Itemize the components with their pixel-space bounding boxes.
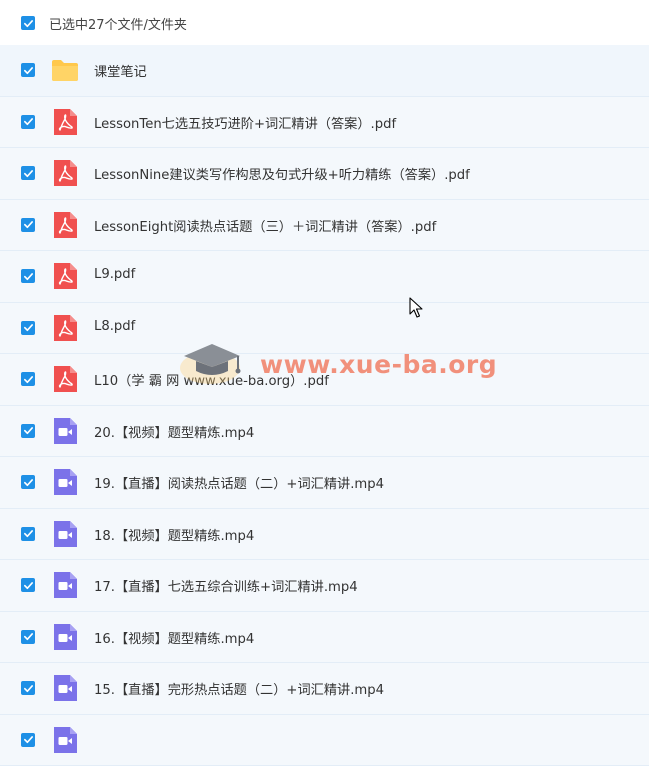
file-name[interactable]: 16.【视频】题型精练.mp4 <box>94 628 254 647</box>
check-icon <box>23 65 34 76</box>
check-icon <box>23 580 34 591</box>
video-file-icon <box>51 417 79 445</box>
check-icon <box>23 528 34 539</box>
check-icon <box>23 116 34 127</box>
file-name[interactable]: 18.【视频】题型精练.mp4 <box>94 525 254 544</box>
pdf-file-icon <box>51 159 79 187</box>
file-row[interactable]: 20.【视频】题型精炼.mp4 <box>0 406 649 458</box>
file-checkbox[interactable] <box>21 733 35 747</box>
selection-count-label: 已选中27个文件/文件夹 <box>49 14 187 33</box>
file-name[interactable]: LessonNine建议类写作构思及句式升级+听力精练（答案）.pdf <box>94 164 470 183</box>
file-row[interactable]: LessonTen七选五技巧进阶+词汇精讲（答案）.pdf <box>0 97 649 149</box>
video-file-icon <box>51 726 79 754</box>
check-icon <box>23 219 34 230</box>
file-row[interactable]: 19.【直播】阅读热点话题（二）+词汇精讲.mp4 <box>0 457 649 509</box>
video-file-icon <box>51 571 79 599</box>
video-file-icon <box>51 520 79 548</box>
file-checkbox[interactable] <box>21 218 35 232</box>
check-icon <box>23 168 34 179</box>
file-row[interactable]: 17.【直播】七选五综合训练+词汇精讲.mp4 <box>0 560 649 612</box>
check-icon <box>23 18 34 29</box>
file-name[interactable]: L10（学 霸 网 www.xue-ba.org）.pdf <box>94 370 329 389</box>
check-icon <box>23 477 34 488</box>
pdf-file-icon <box>51 262 79 290</box>
file-name[interactable]: 17.【直播】七选五综合训练+词汇精讲.mp4 <box>94 576 358 595</box>
video-file-icon <box>51 468 79 496</box>
folder-icon <box>51 56 79 84</box>
file-name[interactable]: L9.pdf <box>94 267 135 282</box>
file-list: 课堂笔记 LessonTen七选五技巧进阶+词汇精讲（答案）.pdf LessonN… <box>0 45 649 766</box>
file-name[interactable]: L8.pdf <box>94 319 135 334</box>
file-checkbox[interactable] <box>21 527 35 541</box>
check-icon <box>23 425 34 436</box>
file-checkbox[interactable] <box>21 269 35 283</box>
check-icon <box>23 271 34 282</box>
video-file-icon <box>51 623 79 651</box>
file-checkbox[interactable] <box>21 321 35 335</box>
selection-header: 已选中27个文件/文件夹 <box>0 0 649 45</box>
file-row[interactable]: 18.【视频】题型精练.mp4 <box>0 509 649 561</box>
check-icon <box>23 734 34 745</box>
file-checkbox[interactable] <box>21 115 35 129</box>
pdf-file-icon <box>51 314 79 342</box>
pdf-file-icon <box>51 108 79 136</box>
pdf-file-icon <box>51 211 79 239</box>
pdf-file-icon <box>51 365 79 393</box>
file-checkbox[interactable] <box>21 63 35 77</box>
file-name[interactable]: 20.【视频】题型精炼.mp4 <box>94 422 254 441</box>
check-icon <box>23 322 34 333</box>
file-name[interactable]: LessonTen七选五技巧进阶+词汇精讲（答案）.pdf <box>94 113 396 132</box>
file-row[interactable]: LessonNine建议类写作构思及句式升级+听力精练（答案）.pdf <box>0 148 649 200</box>
file-name[interactable]: 19.【直播】阅读热点话题（二）+词汇精讲.mp4 <box>94 473 384 492</box>
check-icon <box>23 631 34 642</box>
file-row[interactable]: L9.pdf <box>0 251 649 303</box>
file-checkbox[interactable] <box>21 372 35 386</box>
file-checkbox[interactable] <box>21 681 35 695</box>
file-row[interactable]: 课堂笔记 <box>0 45 649 97</box>
video-file-icon <box>51 674 79 702</box>
file-row[interactable]: 15.【直播】完形热点话题（二）+词汇精讲.mp4 <box>0 663 649 715</box>
file-checkbox[interactable] <box>21 424 35 438</box>
file-checkbox[interactable] <box>21 475 35 489</box>
mouse-cursor-icon <box>409 297 423 319</box>
file-name[interactable]: 课堂笔记 <box>94 61 147 80</box>
check-icon <box>23 683 34 694</box>
file-row[interactable] <box>0 715 649 766</box>
file-checkbox[interactable] <box>21 166 35 180</box>
file-row[interactable]: L10（学 霸 网 www.xue-ba.org）.pdf <box>0 354 649 406</box>
file-row[interactable]: 16.【视频】题型精练.mp4 <box>0 612 649 664</box>
file-name[interactable]: LessonEight阅读热点话题（三）＋词汇精讲（答案）.pdf <box>94 216 436 235</box>
file-checkbox[interactable] <box>21 578 35 592</box>
select-all-checkbox[interactable] <box>21 16 35 30</box>
file-row[interactable]: LessonEight阅读热点话题（三）＋词汇精讲（答案）.pdf <box>0 200 649 252</box>
file-name[interactable]: 15.【直播】完形热点话题（二）+词汇精讲.mp4 <box>94 679 384 698</box>
file-checkbox[interactable] <box>21 630 35 644</box>
file-row[interactable]: L8.pdf <box>0 303 649 355</box>
check-icon <box>23 374 34 385</box>
